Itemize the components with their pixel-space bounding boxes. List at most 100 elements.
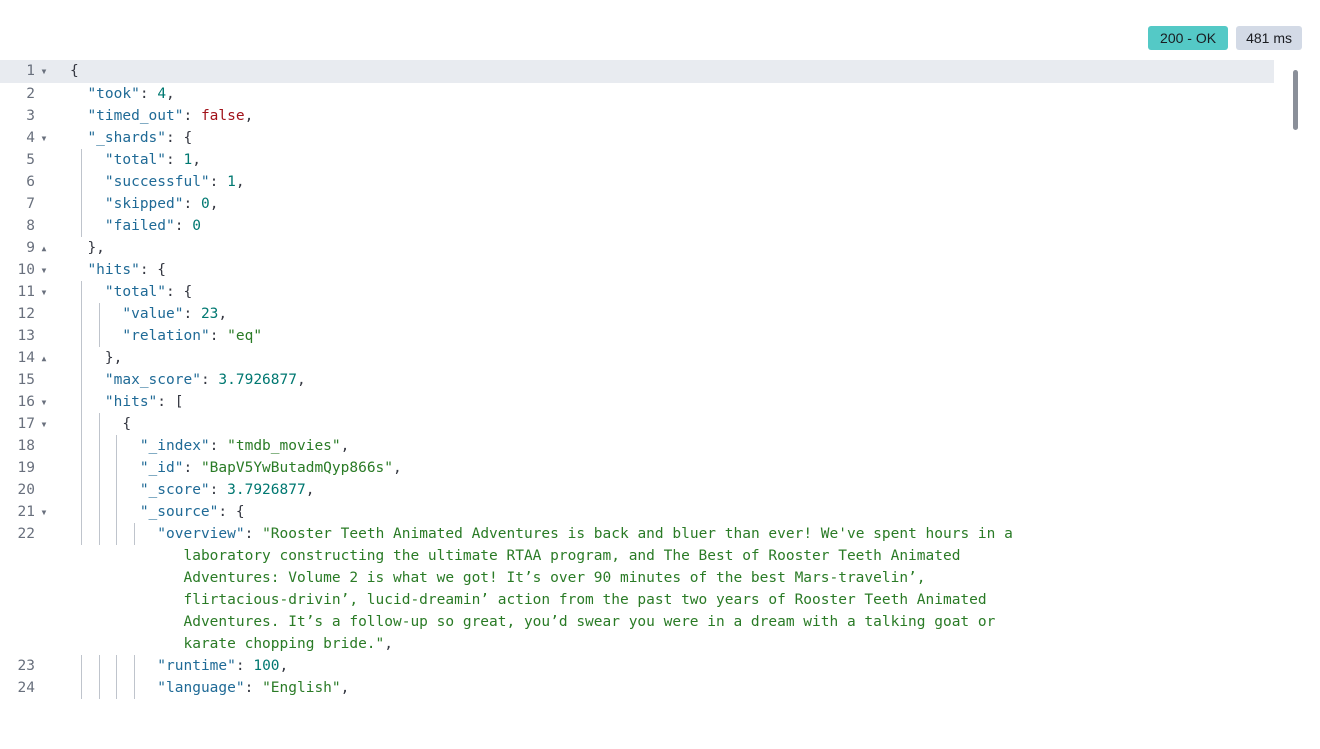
indent-guide bbox=[116, 457, 118, 479]
json-key: "total" bbox=[104, 284, 167, 300]
json-key: "_score" bbox=[139, 482, 210, 498]
indent-guide bbox=[98, 435, 100, 457]
code-line-wrap: flirtacious-drivin’, lucid-dreamin’ acti… bbox=[0, 589, 1302, 611]
fold-toggle-down-icon[interactable]: ▾ bbox=[38, 501, 50, 523]
json-key: "skipped" bbox=[104, 196, 184, 212]
json-punctuation: { bbox=[70, 63, 79, 79]
line-number: 10 bbox=[17, 262, 35, 278]
line-gutter: 22 bbox=[0, 523, 62, 545]
code-line: 7 "skipped": 0, bbox=[0, 193, 1302, 215]
line-gutter: 6 bbox=[0, 171, 62, 193]
json-key: "failed" bbox=[104, 218, 175, 234]
code-line: 2 "took": 4, bbox=[0, 83, 1302, 105]
json-value: "BapV5YwButadmQyp866s" bbox=[200, 460, 394, 476]
indent-guide bbox=[98, 413, 100, 435]
fold-toggle-up-icon[interactable]: ▴ bbox=[38, 347, 50, 369]
indent-guide bbox=[81, 523, 83, 545]
indent-guide bbox=[81, 655, 83, 677]
json-punctuation: : bbox=[209, 438, 228, 454]
indent-guide bbox=[81, 215, 83, 237]
json-punctuation: , bbox=[192, 152, 201, 168]
indent-guide bbox=[98, 479, 100, 501]
json-key: "overview" bbox=[157, 526, 245, 542]
line-number: 9 bbox=[26, 240, 35, 256]
json-response-editor[interactable]: 1 ▾{2 "took": 4, 3 "timed_out": false, 4 ▾ "_sh… bbox=[0, 60, 1302, 749]
line-gutter: 1 ▾ bbox=[0, 60, 62, 83]
json-punctuation: , bbox=[384, 636, 394, 652]
line-gutter: 4 ▾ bbox=[0, 127, 62, 149]
json-punctuation: : bbox=[209, 174, 228, 190]
line-gutter: 16 ▾ bbox=[0, 391, 62, 413]
code-line: 17 ▾ { bbox=[0, 413, 1302, 435]
json-key: "runtime" bbox=[157, 658, 236, 674]
line-gutter: 2 bbox=[0, 83, 62, 105]
line-number: 20 bbox=[17, 482, 35, 498]
json-value: 23 bbox=[200, 306, 219, 322]
line-gutter: 17 ▾ bbox=[0, 413, 62, 435]
json-punctuation: : { bbox=[166, 130, 193, 146]
fold-toggle-down-icon[interactable]: ▾ bbox=[38, 259, 50, 281]
json-value: 100 bbox=[253, 658, 280, 674]
code-line: 14 ▴}, bbox=[0, 347, 1302, 369]
fold-toggle-down-icon[interactable]: ▾ bbox=[38, 413, 50, 435]
fold-toggle-down-icon[interactable]: ▾ bbox=[38, 127, 50, 149]
indent-guide bbox=[81, 325, 83, 347]
line-number: 18 bbox=[17, 438, 35, 454]
code-line: 10 ▾ "hits": { bbox=[0, 259, 1302, 281]
line-gutter: 12 bbox=[0, 303, 62, 325]
json-key: "successful" bbox=[104, 174, 210, 190]
json-value: 1 bbox=[183, 152, 193, 168]
code-line: 16 ▾ "hits": [ bbox=[0, 391, 1302, 413]
code-line: 24 "language": "English", bbox=[0, 677, 1302, 699]
json-punctuation: }, bbox=[104, 350, 123, 366]
json-punctuation: , bbox=[279, 658, 289, 674]
indent-guide bbox=[116, 479, 118, 501]
line-number: 2 bbox=[26, 86, 35, 102]
indent-guide bbox=[98, 677, 100, 699]
indent-guide bbox=[81, 479, 83, 501]
json-key: "took" bbox=[87, 86, 140, 102]
line-number: 21 bbox=[17, 504, 35, 520]
code-line: 20 "_score": 3.7926877, bbox=[0, 479, 1302, 501]
line-gutter: 7 bbox=[0, 193, 62, 215]
indent-guide bbox=[81, 149, 83, 171]
json-punctuation: , bbox=[209, 196, 219, 212]
vertical-scrollbar[interactable] bbox=[1293, 70, 1298, 130]
indent-guide bbox=[81, 193, 83, 215]
line-gutter: 9 ▴ bbox=[0, 237, 62, 259]
json-punctuation: , bbox=[166, 86, 175, 102]
line-number: 1 bbox=[26, 63, 35, 79]
json-punctuation: : { bbox=[166, 284, 193, 300]
line-number: 15 bbox=[17, 372, 35, 388]
json-punctuation: , bbox=[296, 372, 306, 388]
json-punctuation: : bbox=[183, 108, 201, 124]
json-punctuation: : bbox=[174, 218, 193, 234]
json-punctuation: , bbox=[340, 438, 350, 454]
line-number: 24 bbox=[17, 680, 35, 696]
indent-guide bbox=[98, 655, 100, 677]
code-line: 9 ▴}, bbox=[0, 237, 1302, 259]
fold-toggle-up-icon[interactable]: ▴ bbox=[38, 237, 50, 259]
indent-guide bbox=[81, 413, 83, 435]
line-number: 16 bbox=[17, 394, 35, 410]
json-value: "Rooster Teeth Animated Adventures is ba… bbox=[262, 526, 1013, 542]
code-line: 18 "_index": "tmdb_movies", bbox=[0, 435, 1302, 457]
line-number: 22 bbox=[17, 526, 35, 542]
json-punctuation: : bbox=[244, 526, 263, 542]
fold-toggle-down-icon[interactable]: ▾ bbox=[38, 281, 50, 303]
json-punctuation: : { bbox=[139, 262, 167, 278]
fold-toggle-down-icon[interactable]: ▾ bbox=[38, 391, 50, 413]
line-gutter: 15 bbox=[0, 369, 62, 391]
json-punctuation: : [ bbox=[157, 394, 184, 410]
json-punctuation: : bbox=[209, 328, 228, 344]
indent-guide bbox=[98, 303, 100, 325]
fold-toggle-down-icon[interactable]: ▾ bbox=[38, 60, 50, 83]
line-gutter bbox=[0, 589, 62, 611]
line-number: 13 bbox=[17, 328, 35, 344]
line-number: 3 bbox=[26, 108, 35, 124]
code-line: 13 "relation": "eq" bbox=[0, 325, 1302, 347]
code-line: 11 ▾ "total": { bbox=[0, 281, 1302, 303]
line-number: 17 bbox=[17, 416, 35, 432]
json-value: 0 bbox=[192, 218, 201, 234]
line-gutter: 8 bbox=[0, 215, 62, 237]
